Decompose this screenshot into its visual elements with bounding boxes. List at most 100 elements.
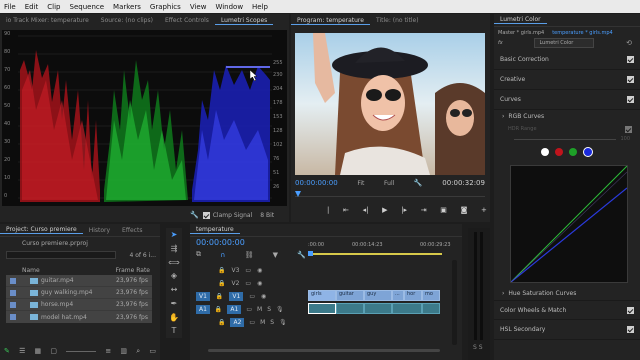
timeline-settings-icon[interactable]: 🔧 bbox=[297, 251, 306, 259]
source-patch-a1[interactable]: A1 bbox=[196, 305, 210, 314]
timeline-horizontal-scrollbar[interactable] bbox=[196, 348, 452, 354]
eye-icon[interactable]: ◉ bbox=[257, 267, 262, 274]
step-back-marker-icon[interactable]: ⇤ bbox=[343, 206, 349, 214]
play-icon[interactable]: ▶ bbox=[382, 206, 387, 214]
razor-tool-icon[interactable]: ◈ bbox=[167, 271, 181, 281]
type-tool-icon[interactable]: T bbox=[167, 326, 181, 336]
wrench-icon[interactable]: 🔧 bbox=[414, 179, 423, 187]
step-forward-marker-icon[interactable]: ⇥ bbox=[421, 206, 427, 214]
section-enable-checkbox[interactable] bbox=[627, 96, 634, 103]
list-item[interactable]: guy walking.mp4 23,976 fps bbox=[6, 287, 152, 299]
freeform-view-icon[interactable]: ▢ bbox=[50, 347, 57, 355]
audio-clip[interactable] bbox=[336, 303, 364, 314]
clamp-signal-checkbox[interactable] bbox=[202, 211, 210, 219]
lock-icon[interactable]: 🔒 bbox=[218, 319, 225, 326]
tab-effects[interactable]: Effects bbox=[116, 227, 148, 234]
slip-tool-icon[interactable]: ↔ bbox=[167, 285, 181, 295]
solo-icon[interactable]: S bbox=[270, 319, 274, 326]
menu-help[interactable]: Help bbox=[252, 3, 268, 11]
column-framerate-header[interactable]: Frame Rate bbox=[116, 267, 150, 274]
tab-effect-controls[interactable]: Effect Controls bbox=[159, 17, 215, 24]
menu-markers[interactable]: Markers bbox=[113, 3, 141, 11]
tab-title[interactable]: Title: (no title) bbox=[370, 17, 425, 24]
green-channel-button[interactable] bbox=[569, 148, 577, 156]
search-input[interactable] bbox=[6, 251, 116, 259]
tab-lumetri-scopes[interactable]: Lumetri Scopes bbox=[214, 17, 274, 25]
sync-icon[interactable]: ▭ bbox=[245, 267, 251, 274]
lock-icon[interactable]: 🔒 bbox=[218, 267, 225, 274]
tab-audio-track-mixer[interactable]: io Track Mixer: temperature bbox=[0, 17, 95, 24]
mark-in-icon[interactable]: | bbox=[327, 206, 329, 214]
menu-file[interactable]: File bbox=[4, 3, 16, 11]
timeline-vertical-scrollbar[interactable] bbox=[452, 260, 457, 345]
camera-icon[interactable]: ◙ bbox=[461, 206, 468, 214]
search-icon[interactable]: ⌕ bbox=[136, 347, 140, 356]
icon-view-icon[interactable]: ▦ bbox=[35, 347, 42, 355]
sync-icon[interactable]: ▭ bbox=[246, 306, 252, 313]
tab-source[interactable]: Source: (no clips) bbox=[95, 17, 159, 24]
menu-clip[interactable]: Clip bbox=[47, 3, 60, 11]
track-select-icon[interactable]: ⇶ bbox=[167, 244, 181, 254]
audio-clip[interactable] bbox=[308, 303, 336, 314]
checkbox-icon[interactable] bbox=[10, 314, 16, 320]
master-clip-select[interactable]: Master * girls.mp4 bbox=[498, 30, 544, 36]
blue-channel-button[interactable] bbox=[583, 147, 593, 157]
clip-guitar[interactable]: guitar bbox=[336, 290, 364, 301]
mute-icon[interactable]: M bbox=[257, 306, 262, 313]
menu-edit[interactable]: Edit bbox=[25, 3, 39, 11]
checkbox-icon[interactable] bbox=[10, 301, 16, 308]
sync-icon[interactable]: ▭ bbox=[249, 319, 255, 326]
reset-icon[interactable]: ⟲ bbox=[626, 39, 632, 47]
track-label[interactable]: V2 bbox=[231, 280, 239, 287]
section-hsl-secondary[interactable]: HSL Secondary bbox=[494, 320, 640, 340]
hue-saturation-header[interactable]: › Hue Saturation Curves bbox=[494, 287, 640, 300]
eye-icon[interactable]: ◉ bbox=[257, 280, 262, 287]
lock-icon[interactable]: 🔒 bbox=[216, 293, 223, 300]
tab-history[interactable]: History bbox=[83, 227, 116, 234]
list-item[interactable]: model hat.mp4 23,976 fps bbox=[6, 311, 152, 323]
track-label[interactable]: V1 bbox=[229, 292, 244, 301]
wrench-icon[interactable]: 🔧 bbox=[190, 211, 199, 219]
clip-horse[interactable]: hor bbox=[404, 290, 422, 301]
section-enable-checkbox[interactable] bbox=[627, 326, 634, 333]
sort-icon[interactable]: ≡ bbox=[105, 347, 111, 355]
clip-girls[interactable]: girls bbox=[308, 290, 336, 301]
step-forward-icon[interactable]: |▸ bbox=[401, 206, 407, 214]
selection-tool-icon[interactable]: ➤ bbox=[167, 230, 181, 240]
sync-icon[interactable]: ▭ bbox=[249, 293, 255, 300]
clip-guy[interactable]: guy bbox=[364, 290, 392, 301]
bit-depth-select[interactable]: 8 Bit bbox=[260, 212, 274, 219]
playhead-bar[interactable] bbox=[295, 191, 485, 197]
solo-icon[interactable]: S bbox=[267, 306, 271, 313]
track-label[interactable]: A1 bbox=[227, 305, 242, 314]
red-channel-button[interactable] bbox=[555, 148, 563, 156]
list-view-icon[interactable]: ☰ bbox=[19, 347, 25, 355]
curve-graph[interactable] bbox=[510, 165, 628, 283]
mute-icon[interactable]: M bbox=[260, 319, 265, 326]
column-name-header[interactable]: Name bbox=[22, 267, 40, 274]
fx-badge[interactable]: fx bbox=[498, 40, 503, 46]
effect-name-select[interactable]: Lumetri Color bbox=[534, 38, 595, 48]
section-color-wheels[interactable]: Color Wheels & Match bbox=[494, 300, 640, 320]
list-item[interactable]: guitar.mp4 23,976 fps bbox=[6, 275, 152, 287]
source-patch-v1[interactable]: V1 bbox=[196, 292, 210, 301]
lock-icon[interactable]: 🔒 bbox=[215, 306, 222, 313]
mic-icon[interactable]: 🎙 bbox=[276, 306, 284, 313]
clip-model[interactable]: mo bbox=[422, 290, 440, 301]
clip-unnamed[interactable]: ... bbox=[392, 290, 404, 301]
section-curves[interactable]: Curves bbox=[494, 90, 640, 110]
section-enable-checkbox[interactable] bbox=[627, 306, 634, 314]
linked-select-icon[interactable]: ⛓ bbox=[245, 251, 254, 259]
playhead-marker[interactable] bbox=[295, 191, 301, 197]
menu-window[interactable]: Window bbox=[215, 3, 243, 11]
audio-clip[interactable] bbox=[392, 303, 422, 314]
tab-project[interactable]: Project: Curso premiere bbox=[0, 226, 83, 234]
checkbox-icon[interactable] bbox=[10, 277, 16, 284]
timeline-ruler[interactable]: :00:00 00:00:14:23 00:00:29:23 bbox=[308, 242, 458, 256]
add-marker-icon[interactable]: ▼ bbox=[273, 251, 278, 259]
section-creative[interactable]: Creative bbox=[494, 70, 640, 90]
work-area-bar[interactable] bbox=[308, 253, 442, 255]
checkbox-icon[interactable] bbox=[10, 289, 16, 296]
current-timecode[interactable]: 00:00:00:00 bbox=[295, 179, 338, 187]
automate-icon[interactable]: ▥ bbox=[120, 347, 127, 355]
